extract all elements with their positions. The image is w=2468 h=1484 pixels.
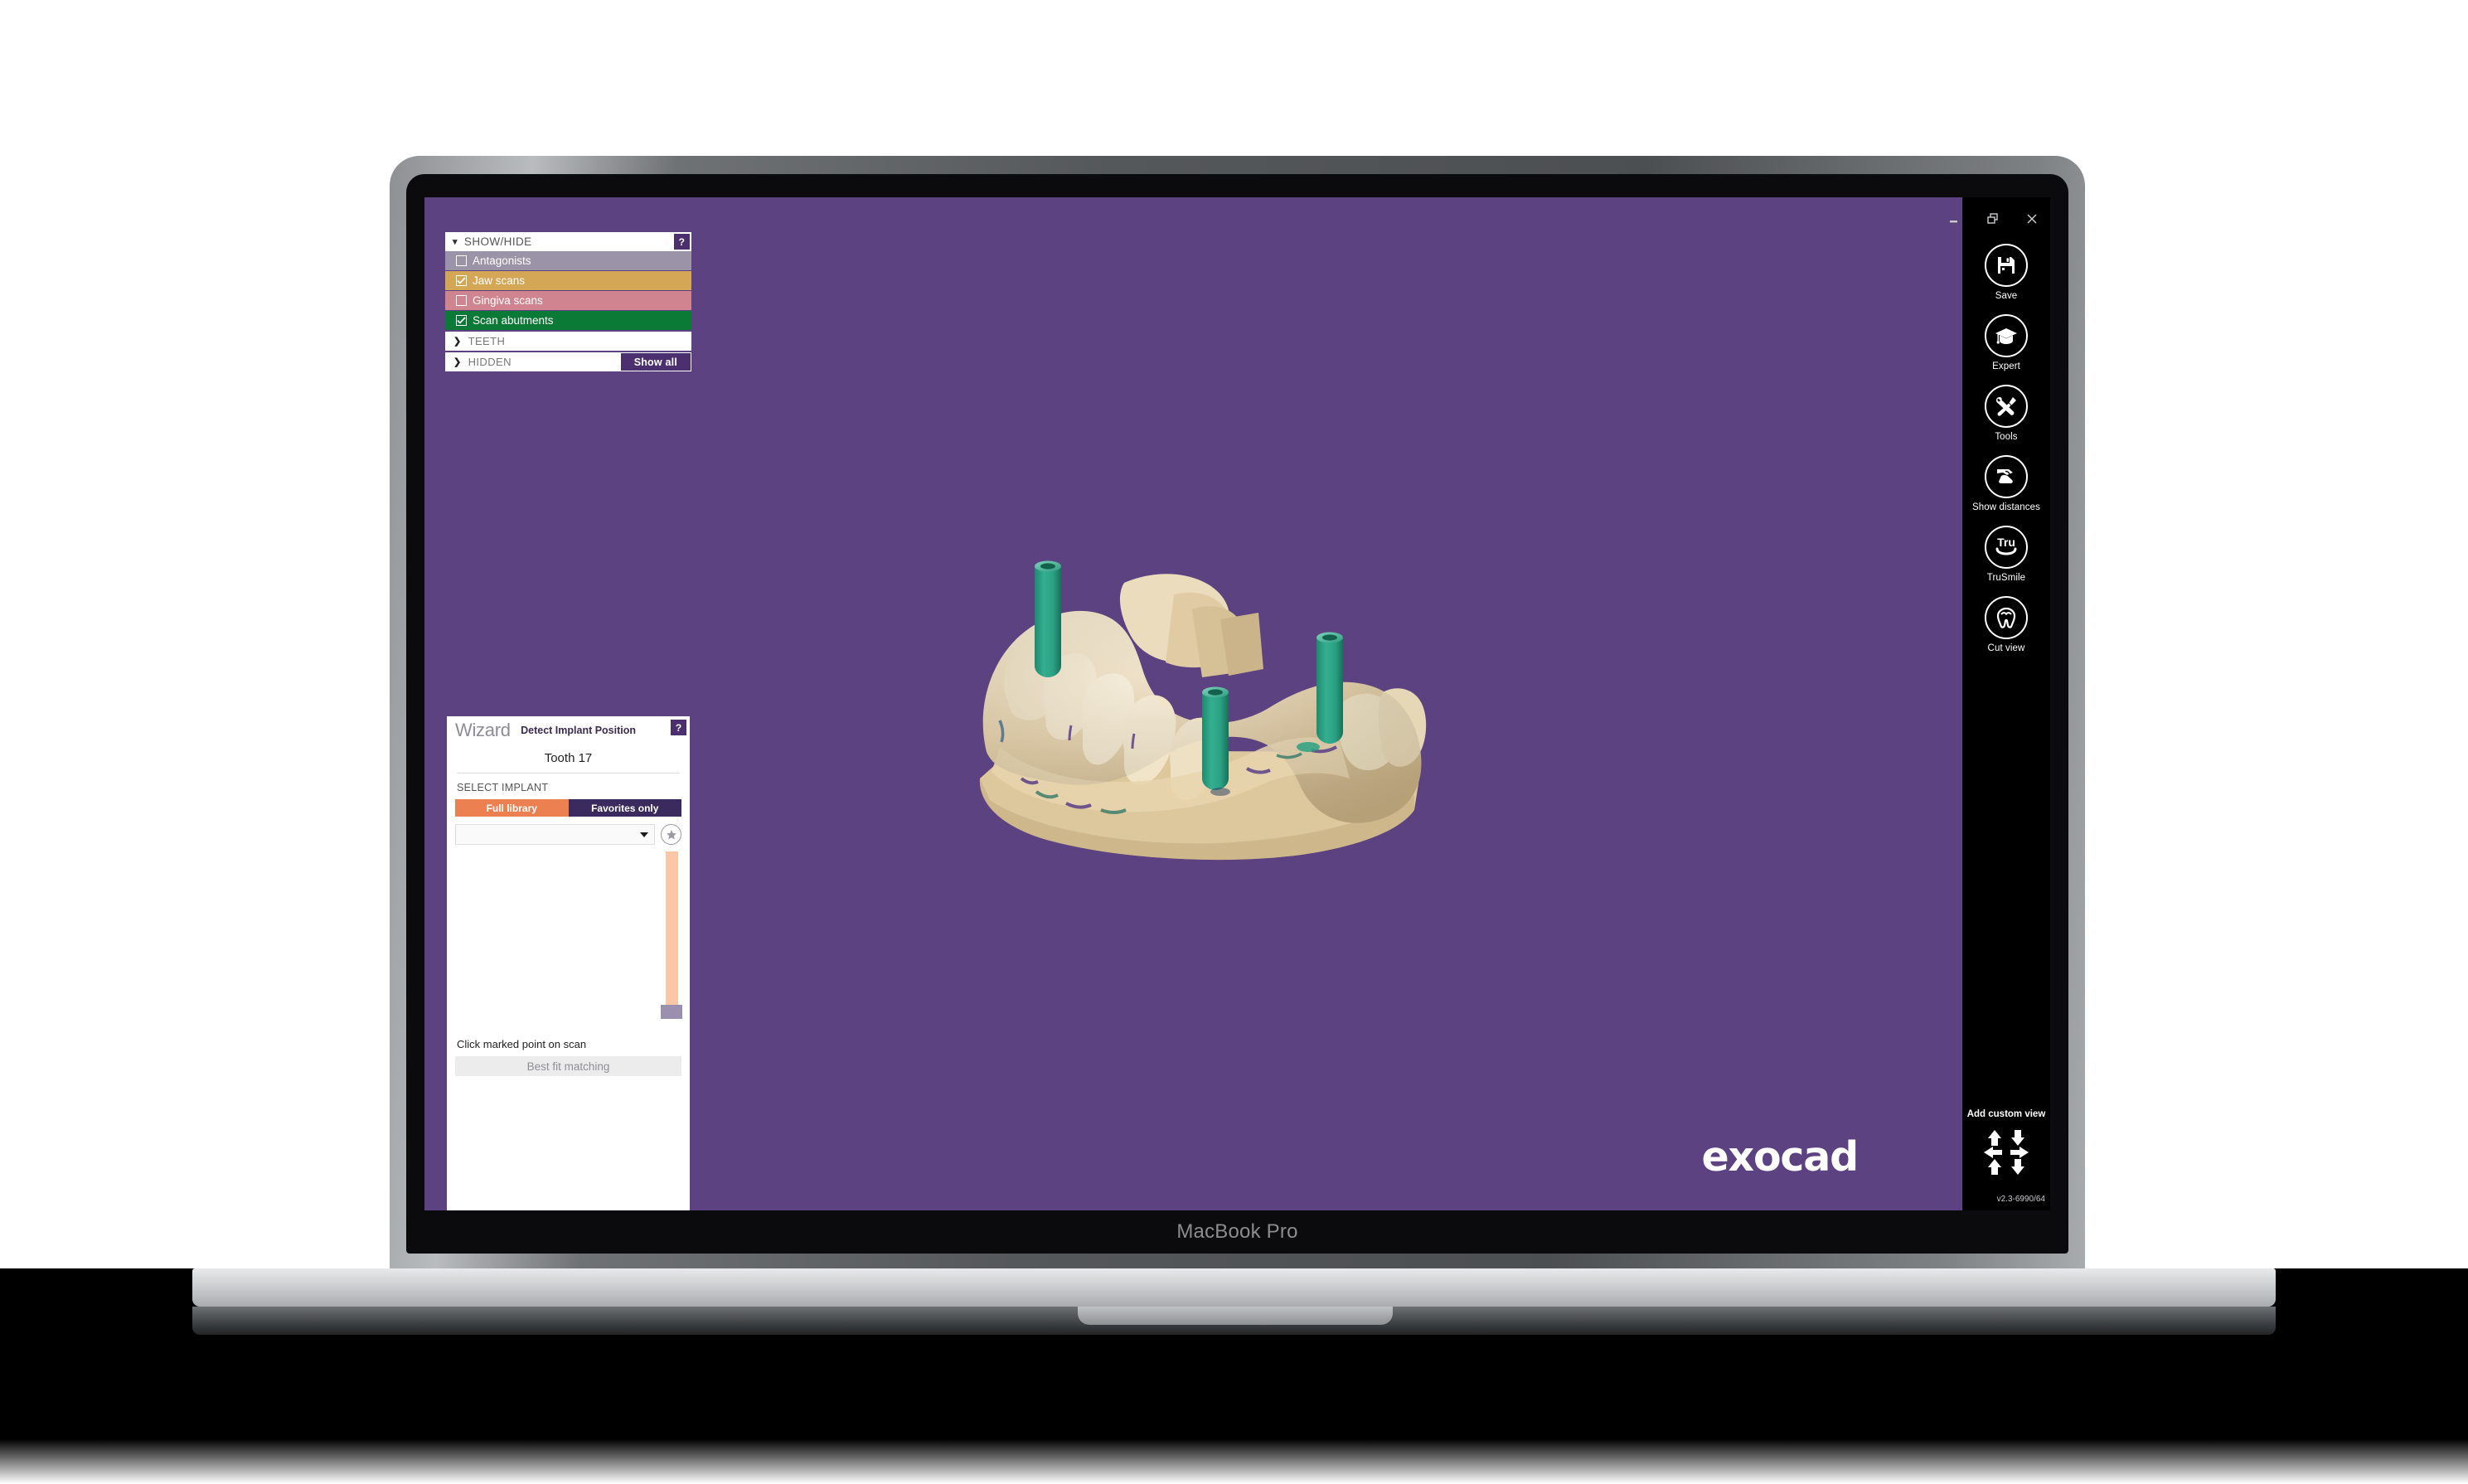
laptop-lid: exocad ▾ SHOW/HIDE ? Antagonists Jaw sca… (390, 156, 2085, 1275)
chevron-down-icon (640, 832, 648, 837)
svg-text:Tru: Tru (1997, 536, 2015, 549)
exocad-logo: exocad (1701, 1133, 1859, 1181)
library-toggle-group: Full library Favorites only (455, 799, 681, 817)
version-label: v2.3-6990/64 (1996, 1195, 2045, 1204)
floor-fade (0, 1409, 2468, 1484)
laptop-screen: exocad ▾ SHOW/HIDE ? Antagonists Jaw sca… (424, 197, 2050, 1210)
row-label: Jaw scans (473, 274, 526, 287)
section-label: TEETH (468, 335, 506, 347)
trusmile-icon: Tru (1985, 526, 2028, 570)
tool-label: TruSmile (1986, 573, 2026, 584)
screenshot-stage: exocad ▾ SHOW/HIDE ? Antagonists Jaw sca… (0, 0, 2468, 1484)
restore-icon[interactable] (1983, 209, 2003, 229)
tool-label: Expert (1992, 361, 2020, 372)
window-controls (1944, 209, 2042, 229)
3d-viewport[interactable]: exocad ▾ SHOW/HIDE ? Antagonists Jaw sca… (424, 197, 1962, 1210)
base-top (192, 1268, 2276, 1307)
checkbox-checked-icon[interactable] (456, 275, 467, 286)
chevron-right-icon: ❯ (453, 337, 462, 347)
show-hide-row-scan-abutments[interactable]: Scan abutments (445, 311, 691, 330)
row-label: Antagonists (473, 255, 531, 267)
row-label: Scan abutments (473, 314, 554, 327)
star-icon (666, 829, 676, 839)
laptop-bezel: exocad ▾ SHOW/HIDE ? Antagonists Jaw sca… (406, 174, 2068, 1254)
help-button[interactable]: ? (671, 720, 686, 735)
section-teeth[interactable]: ❯ TEETH (445, 332, 691, 351)
wizard-step-title: Detect Implant Position (521, 725, 637, 736)
close-icon[interactable] (2022, 209, 2042, 229)
tools-button[interactable]: Tools (1962, 385, 2050, 442)
tooth-cut-icon (1985, 596, 2028, 640)
base-notch (1078, 1307, 1393, 1325)
select-implant-title: SELECT IMPLANT (457, 782, 549, 793)
section-hidden[interactable]: ❯ HIDDEN Show all (445, 352, 691, 371)
jaw-scan-model[interactable] (929, 530, 1459, 878)
checkbox-unchecked-icon[interactable] (456, 255, 467, 266)
tool-label: Tools (1995, 432, 2018, 443)
macbook-pro-device: exocad ▾ SHOW/HIDE ? Antagonists Jaw sca… (390, 156, 2085, 1275)
floppy-disk-icon (1985, 244, 2028, 287)
show-hide-title: SHOW/HIDE (463, 235, 532, 248)
scan-abutment-1 (1034, 560, 1061, 677)
expert-button[interactable]: Expert (1962, 314, 2050, 371)
minimize-icon[interactable] (1944, 209, 1964, 229)
favorite-star-button[interactable] (661, 824, 681, 845)
chevron-down-icon: ▾ (453, 237, 458, 247)
exocad-application: exocad ▾ SHOW/HIDE ? Antagonists Jaw sca… (424, 197, 2050, 1210)
tool-list: Save Expert Tools Show distances Tru Tru… (1962, 244, 2050, 667)
checkbox-unchecked-icon[interactable] (456, 295, 467, 306)
graduation-cap-icon (1985, 314, 2028, 358)
row-label: Gingiva scans (473, 294, 543, 307)
wizard-header: Wizard Detect Implant Position ? (447, 716, 690, 744)
wizard-title: Wizard (455, 720, 511, 740)
implant-list-area[interactable] (447, 851, 690, 1038)
scrollbar-track[interactable] (666, 851, 678, 1011)
device-label: MacBook Pro (1176, 1220, 1298, 1243)
show-hide-panel: ▾ SHOW/HIDE ? Antagonists Jaw scans Ging… (445, 232, 691, 371)
show-hide-row-jaw-scans[interactable]: Jaw scans (445, 271, 691, 290)
trusmile-button[interactable]: Tru TruSmile (1962, 526, 2050, 583)
show-all-button[interactable]: Show all (620, 353, 691, 371)
help-button[interactable]: ? (674, 234, 690, 250)
tool-label: Save (1995, 291, 2018, 301)
tool-label: Show distances (1972, 502, 2040, 513)
implant-select-row (455, 824, 681, 845)
scrollbar-thumb[interactable] (661, 1005, 682, 1019)
best-fit-matching-button[interactable]: Best fit matching (455, 1056, 681, 1076)
viewport-background: exocad ▾ SHOW/HIDE ? Antagonists Jaw sca… (424, 197, 1962, 1210)
caliper-icon (1985, 455, 2028, 499)
six-arrows-icon[interactable] (1981, 1127, 2032, 1178)
scan-abutment-3 (1316, 632, 1343, 744)
right-toolbar: Save Expert Tools Show distances Tru Tru… (1950, 197, 2050, 1210)
checkbox-checked-icon[interactable] (456, 315, 467, 326)
cut-view-button[interactable]: Cut view (1962, 596, 2050, 653)
implant-select[interactable] (455, 824, 655, 845)
save-button[interactable]: Save (1962, 244, 2050, 301)
add-custom-view[interactable]: Add custom view (1962, 1109, 2050, 1182)
laptop-base (0, 1268, 2468, 1401)
wrench-hammer-icon (1985, 385, 2028, 429)
full-library-button[interactable]: Full library (455, 799, 569, 817)
add-custom-view-label: Add custom view (1966, 1109, 2046, 1119)
show-hide-row-antagonists[interactable]: Antagonists (445, 251, 691, 270)
tool-label: Cut view (1987, 643, 2025, 654)
scan-abutment-2 (1201, 686, 1229, 790)
show-hide-row-gingiva-scans[interactable]: Gingiva scans (445, 291, 691, 310)
favorites-only-button[interactable]: Favorites only (568, 799, 681, 817)
show-hide-header[interactable]: ▾ SHOW/HIDE ? (445, 232, 691, 251)
chevron-right-icon: ❯ (453, 357, 462, 367)
show-distances-button[interactable]: Show distances (1962, 455, 2050, 512)
instruction-text: Click marked point on scan (457, 1038, 587, 1050)
wizard-panel: Wizard Detect Implant Position ? Tooth 1… (447, 716, 690, 1210)
section-label: HIDDEN (468, 356, 512, 368)
tooth-label: Tooth 17 (544, 751, 593, 765)
